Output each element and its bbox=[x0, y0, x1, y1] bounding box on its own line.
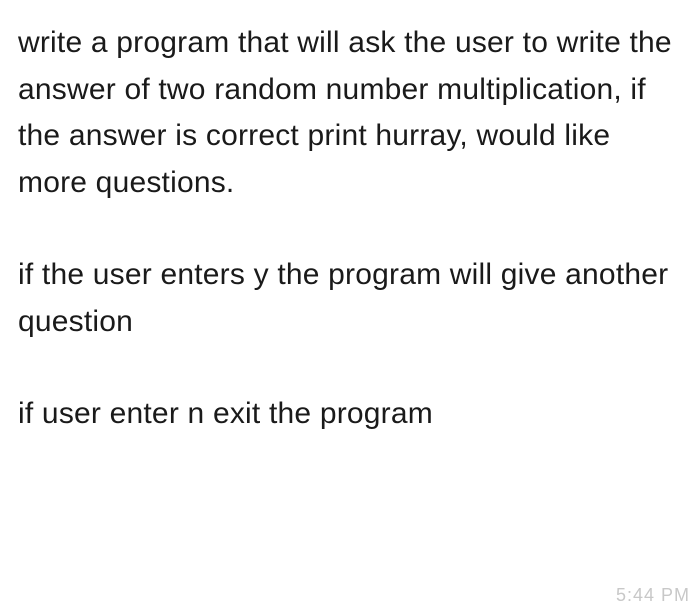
timestamp: 5:44 PM bbox=[616, 585, 690, 606]
paragraph-1: write a program that will ask the user t… bbox=[18, 20, 682, 206]
paragraph-3: if user enter n exit the program bbox=[18, 391, 682, 438]
paragraph-2: if the user enters y the program will gi… bbox=[18, 252, 682, 345]
